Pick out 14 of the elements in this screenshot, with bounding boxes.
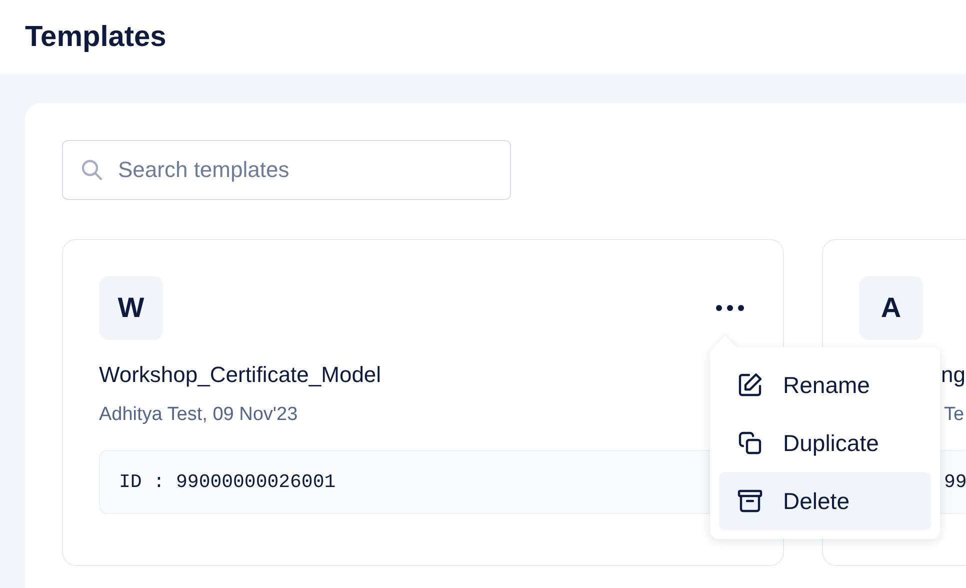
template-meta: Te <box>943 403 966 427</box>
copy-icon <box>736 429 764 457</box>
search-icon <box>80 158 104 182</box>
edit-icon <box>736 371 764 399</box>
search-field[interactable]: Search templates <box>62 140 511 200</box>
archive-box-icon <box>736 487 764 515</box>
template-name: Workshop_Certificate_Model <box>99 361 382 389</box>
menu-item[interactable]: Delete <box>719 472 931 530</box>
initial-avatar: A <box>859 276 923 340</box>
template-meta: Adhitya Test, 09 Nov'23 <box>99 403 299 427</box>
template-card[interactable]: W Workshop_Certificate_Model Adhitya Test, 09 Nov'23 ID : 99000000026001 <box>62 239 784 566</box>
initial-avatar: W <box>99 276 163 340</box>
page-title: Templates <box>25 20 166 54</box>
more-icon <box>715 304 745 312</box>
